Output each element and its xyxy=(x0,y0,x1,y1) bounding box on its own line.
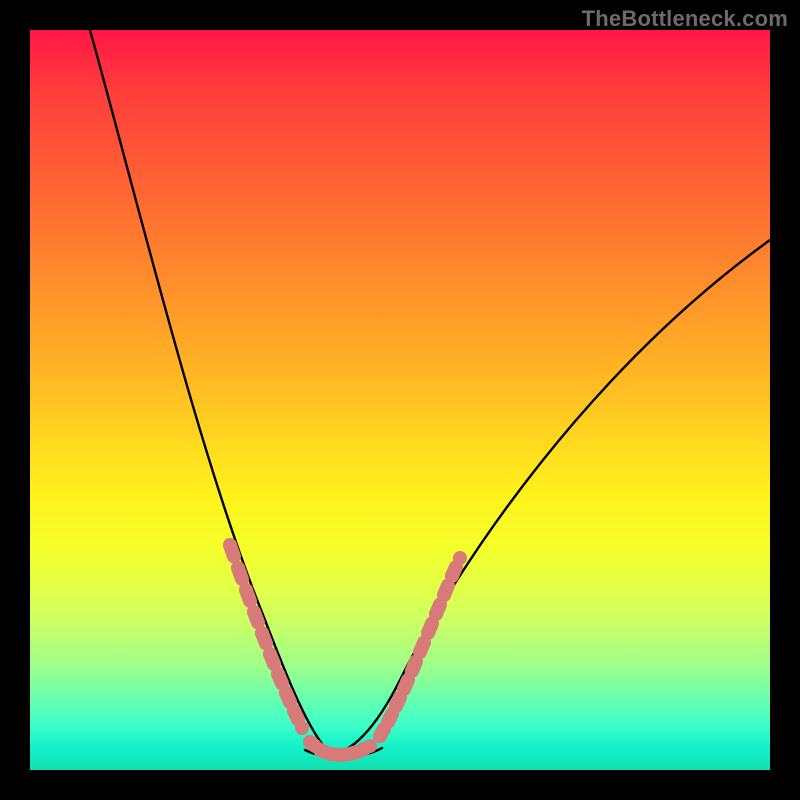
marker-right-dot xyxy=(445,569,459,583)
marker-left-dot xyxy=(263,647,277,661)
marker-right-dot xyxy=(373,729,387,743)
plot-area xyxy=(30,30,770,770)
marker-left-dot xyxy=(247,605,261,619)
bottleneck-curve-svg xyxy=(30,30,770,770)
marker-right-dot xyxy=(381,715,395,729)
marker-right-dot xyxy=(397,682,411,696)
marker-right-dot xyxy=(453,551,467,565)
marker-left-dot xyxy=(223,538,237,552)
marker-left-dot xyxy=(279,686,293,700)
curve-left-arm xyxy=(90,30,330,754)
curve-right-arm xyxy=(330,240,770,754)
marker-left-dot xyxy=(231,561,245,575)
chart-frame: TheBottleneck.com xyxy=(0,0,800,800)
marker-left-dot xyxy=(271,667,285,681)
marker-left-dot xyxy=(255,626,269,640)
marker-right-dot xyxy=(429,607,443,621)
marker-left-dot xyxy=(287,704,301,718)
marker-left-dot xyxy=(295,721,309,735)
marker-right-dot xyxy=(389,699,403,713)
marker-right-dot xyxy=(405,664,419,678)
marker-right-dot xyxy=(421,626,435,640)
marker-right-dot xyxy=(437,588,451,602)
marker-left-dot xyxy=(239,583,253,597)
watermark-text: TheBottleneck.com xyxy=(582,6,788,32)
marker-group xyxy=(223,538,467,762)
marker-floor-dot xyxy=(363,739,377,753)
marker-right-dot xyxy=(413,645,427,659)
